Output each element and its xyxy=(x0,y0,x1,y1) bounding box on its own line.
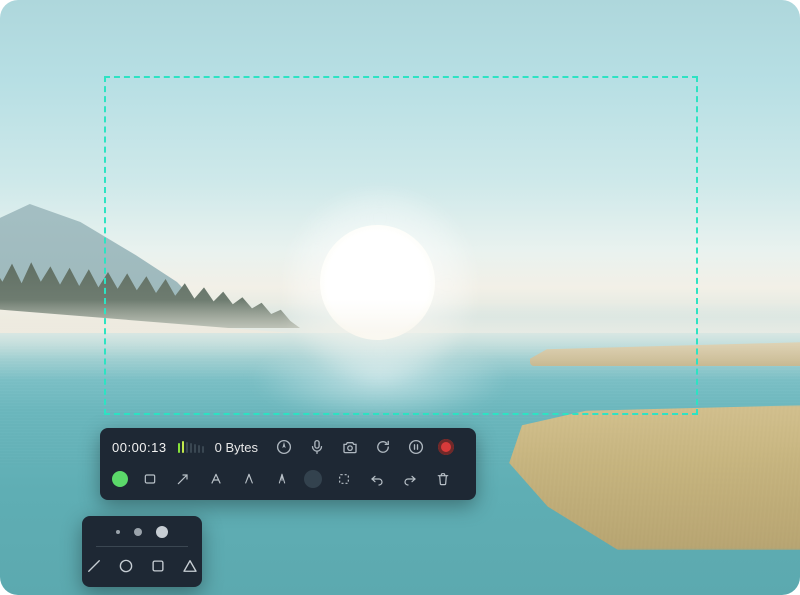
redo-icon[interactable] xyxy=(399,468,421,490)
pen-color-indicator[interactable] xyxy=(112,471,128,487)
brush-size-small[interactable] xyxy=(116,530,120,534)
rectangle-tool-icon[interactable] xyxy=(139,468,161,490)
pen-tool-icon[interactable] xyxy=(271,468,293,490)
capture-region[interactable] xyxy=(104,76,698,415)
audio-level-meter xyxy=(178,441,204,453)
brush-size-row xyxy=(96,526,188,538)
color-swatch-icon[interactable] xyxy=(304,470,322,488)
arrow-tool-icon[interactable] xyxy=(172,468,194,490)
shape-square-icon[interactable] xyxy=(149,555,167,577)
recording-toolbar: 00:00:13 0 Bytes xyxy=(100,428,476,500)
elapsed-time: 00:00:13 xyxy=(112,440,167,455)
shape-row xyxy=(96,555,188,577)
shape-line-icon[interactable] xyxy=(85,555,103,577)
selection-tool-icon[interactable] xyxy=(333,468,355,490)
brush-size-medium[interactable] xyxy=(134,528,142,536)
microphone-icon[interactable] xyxy=(306,436,328,458)
refresh-icon[interactable] xyxy=(372,436,394,458)
text-tool-icon[interactable] xyxy=(205,468,227,490)
cursor-icon[interactable] xyxy=(273,436,295,458)
highlighter-tool-icon[interactable] xyxy=(238,468,260,490)
shape-picker-popover xyxy=(82,516,202,587)
divider xyxy=(96,546,188,547)
camera-icon[interactable] xyxy=(339,436,361,458)
pause-icon[interactable] xyxy=(405,436,427,458)
brush-size-large[interactable] xyxy=(156,526,168,538)
trash-icon[interactable] xyxy=(432,468,454,490)
undo-icon[interactable] xyxy=(366,468,388,490)
file-size: 0 Bytes xyxy=(215,440,258,455)
shape-triangle-icon[interactable] xyxy=(181,555,199,577)
shape-circle-icon[interactable] xyxy=(117,555,135,577)
record-icon[interactable] xyxy=(438,439,454,455)
